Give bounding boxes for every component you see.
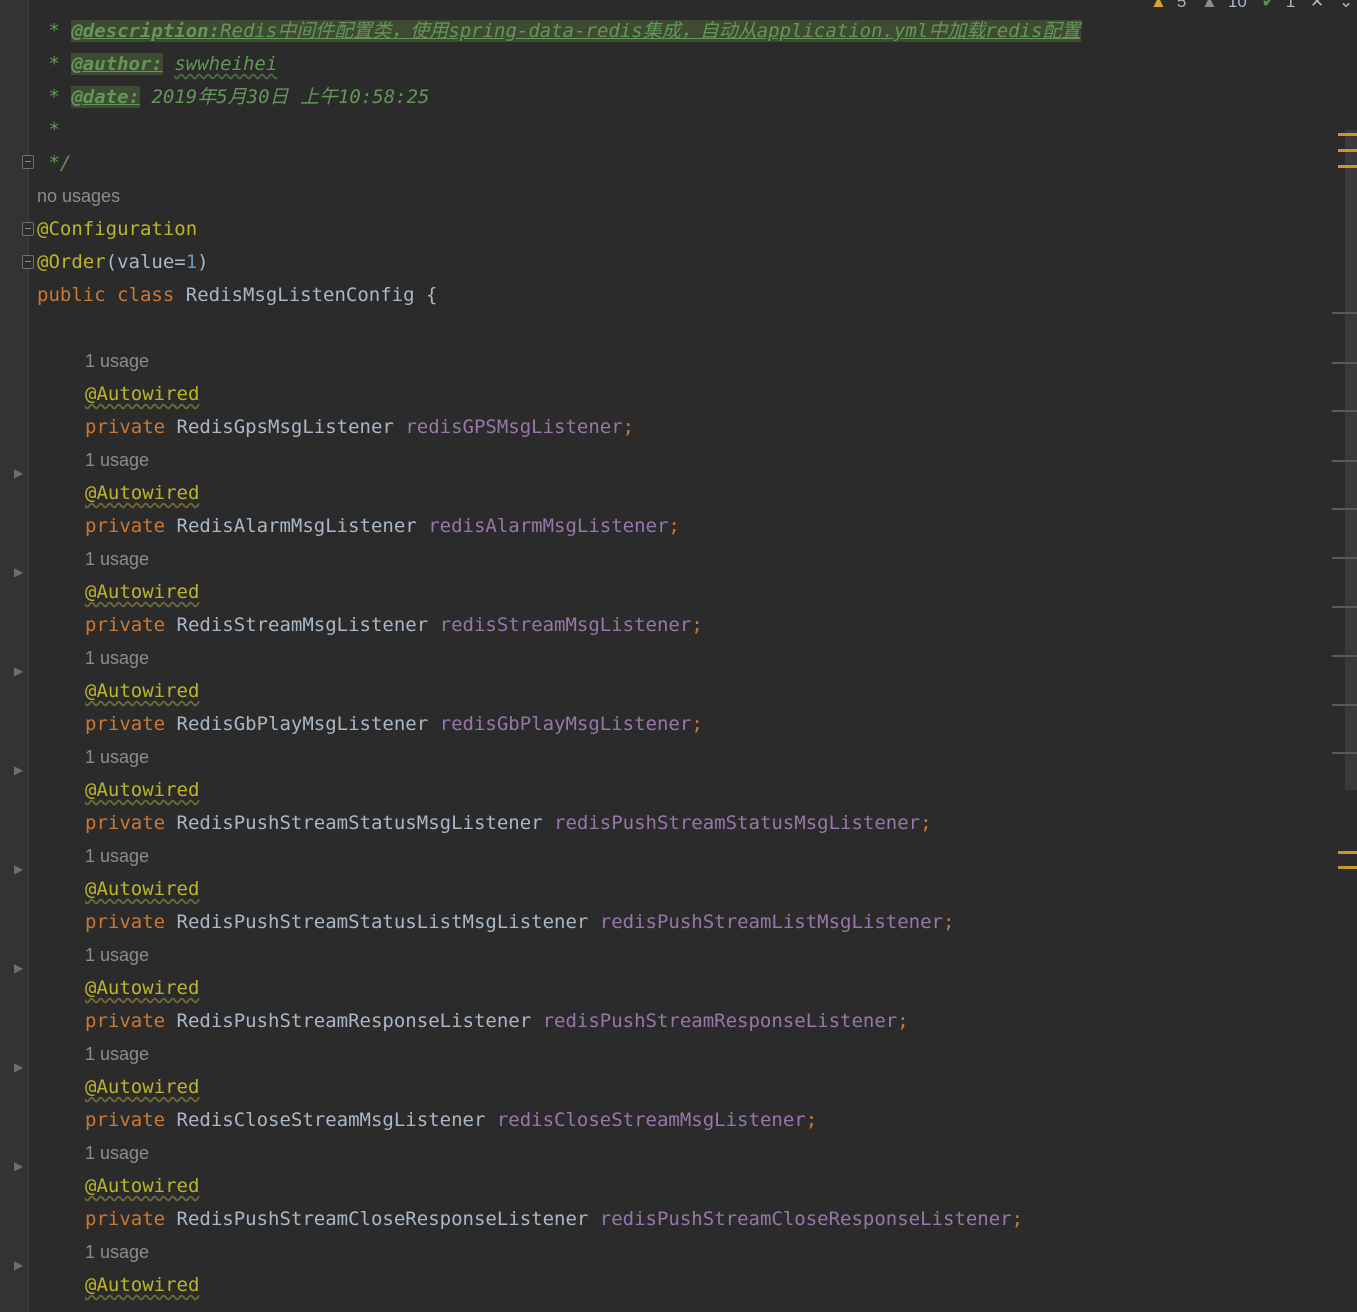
doc-line-description: * @description:Redis中间件配置类，使用spring-data… xyxy=(37,20,1081,42)
field-usage-hint[interactable]: 1 usage xyxy=(85,939,149,972)
field-usage-hint[interactable]: 1 usage xyxy=(85,1038,149,1071)
field-declaration: private RedisGbPlayMsgListener redisGbPl… xyxy=(85,713,703,735)
run-arrow-icon[interactable]: ▶ xyxy=(14,664,23,678)
editor-gutter: ▶ ▶ ▶ ▶ ▶ ▶ ▶ ▶ ▶ xyxy=(0,0,29,1312)
class-name: RedisMsgListenConfig xyxy=(185,284,415,306)
run-arrow-icon[interactable]: ▶ xyxy=(14,1159,23,1173)
fold-icon[interactable] xyxy=(22,255,34,269)
ok-count: 1 xyxy=(1285,0,1296,11)
field-usage-hint[interactable]: 1 usage xyxy=(85,840,149,873)
doc-tag-author: @author: xyxy=(71,53,163,75)
field-usage-hint[interactable]: 1 usage xyxy=(85,543,149,576)
scroll-tick xyxy=(1332,606,1357,608)
annotation-configuration: @Configuration xyxy=(37,218,198,240)
doc-line-end: */ xyxy=(37,152,72,174)
scroll-marker[interactable] xyxy=(1338,851,1357,854)
field-declaration: private RedisPushStreamResponseListener … xyxy=(85,1010,909,1032)
doc-line-blank: * xyxy=(37,119,60,141)
inspection-indicators[interactable]: ▲ 5 ▲ 10 ✔ 1 ✕ ⌄ xyxy=(1150,0,1357,12)
weak-warning-icon: ▲ xyxy=(1201,0,1218,11)
scroll-marker[interactable] xyxy=(1338,866,1357,869)
scroll-tick xyxy=(1332,410,1357,412)
annotation-autowired: @Autowired xyxy=(85,482,200,504)
field-declaration: private RedisCloseStreamMsgListener redi… xyxy=(85,1109,818,1131)
scroll-marker[interactable] xyxy=(1338,133,1357,136)
check-icon: ✔ xyxy=(1261,0,1276,11)
run-arrow-icon[interactable]: ▶ xyxy=(14,1258,23,1272)
class-usages-hint[interactable]: no usages xyxy=(37,180,120,213)
scroll-tick xyxy=(1332,312,1357,314)
annotation-autowired: @Autowired xyxy=(85,1175,200,1197)
run-arrow-icon[interactable]: ▶ xyxy=(14,763,23,777)
annotation-autowired: @Autowired xyxy=(85,779,200,801)
field-declaration: private RedisGpsMsgListener redisGPSMsgL… xyxy=(85,416,635,438)
annotation-autowired: @Autowired xyxy=(85,581,200,603)
run-arrow-icon[interactable]: ▶ xyxy=(14,862,23,876)
run-arrow-icon[interactable]: ▶ xyxy=(14,565,23,579)
doc-line-date: * @date: 2019年5月30日 上午10:58:25 xyxy=(37,86,430,108)
scroll-marker[interactable] xyxy=(1338,149,1357,152)
doc-tag-description: @description: xyxy=(71,20,221,42)
annotation-autowired: @Autowired xyxy=(85,977,200,999)
weak-warning-count: 10 xyxy=(1227,0,1247,11)
annotation-autowired: @Autowired xyxy=(85,878,200,900)
close-icon[interactable]: ✕ xyxy=(1310,0,1324,11)
annotation-order: @Order(value=1) xyxy=(37,251,209,273)
scroll-marker[interactable] xyxy=(1338,165,1357,168)
scroll-tick xyxy=(1332,704,1357,706)
annotation-autowired: @Autowired xyxy=(85,680,200,702)
annotation-autowired: @Autowired xyxy=(85,383,200,405)
doc-description-text: Redis中间件配置类，使用spring-data-redis集成，自动从app… xyxy=(220,20,1081,42)
scroll-tick xyxy=(1332,508,1357,510)
fold-icon[interactable] xyxy=(22,222,34,236)
chevron-down-icon[interactable]: ⌄ xyxy=(1339,0,1353,11)
doc-tag-date: @date: xyxy=(71,86,140,108)
annotation-autowired: @Autowired xyxy=(85,1274,200,1296)
field-usage-hint[interactable]: 1 usage xyxy=(85,1137,149,1170)
scroll-tick xyxy=(1332,557,1357,559)
annotation-autowired: @Autowired xyxy=(85,1076,200,1098)
field-declaration: private RedisPushStreamStatusListMsgList… xyxy=(85,911,955,933)
scroll-tick xyxy=(1332,362,1357,364)
scroll-tick xyxy=(1332,752,1357,754)
doc-date-value: 2019年5月30日 上午10:58:25 xyxy=(151,86,430,108)
scroll-tick xyxy=(1332,460,1357,462)
scroll-tick xyxy=(1332,655,1357,657)
field-declaration: private RedisAlarmMsgListener redisAlarm… xyxy=(85,515,680,537)
doc-author-value: swwheihei xyxy=(174,53,278,75)
warning-icon: ▲ xyxy=(1150,0,1167,11)
run-arrow-icon[interactable]: ▶ xyxy=(14,961,23,975)
class-declaration: public class RedisMsgListenConfig { xyxy=(37,284,438,306)
field-usage-hint[interactable]: 1 usage xyxy=(85,741,149,774)
run-arrow-icon[interactable]: ▶ xyxy=(14,1060,23,1074)
doc-line-author: * @author: swwheihei xyxy=(37,53,278,75)
warning-count: 5 xyxy=(1176,0,1187,11)
field-declaration: private RedisPushStreamCloseResponseList… xyxy=(85,1208,1024,1230)
field-declaration: private RedisStreamMsgListener redisStre… xyxy=(85,614,703,636)
field-usage-hint[interactable]: 1 usage xyxy=(85,642,149,675)
field-declaration: private RedisPushStreamStatusMsgListener… xyxy=(85,812,932,834)
field-usage-hint[interactable]: 1 usage xyxy=(85,1236,149,1269)
fold-icon[interactable] xyxy=(22,155,34,169)
field-usage-hint[interactable]: 1 usage xyxy=(85,345,149,378)
run-arrow-icon[interactable]: ▶ xyxy=(14,466,23,480)
field-usage-hint[interactable]: 1 usage xyxy=(85,444,149,477)
